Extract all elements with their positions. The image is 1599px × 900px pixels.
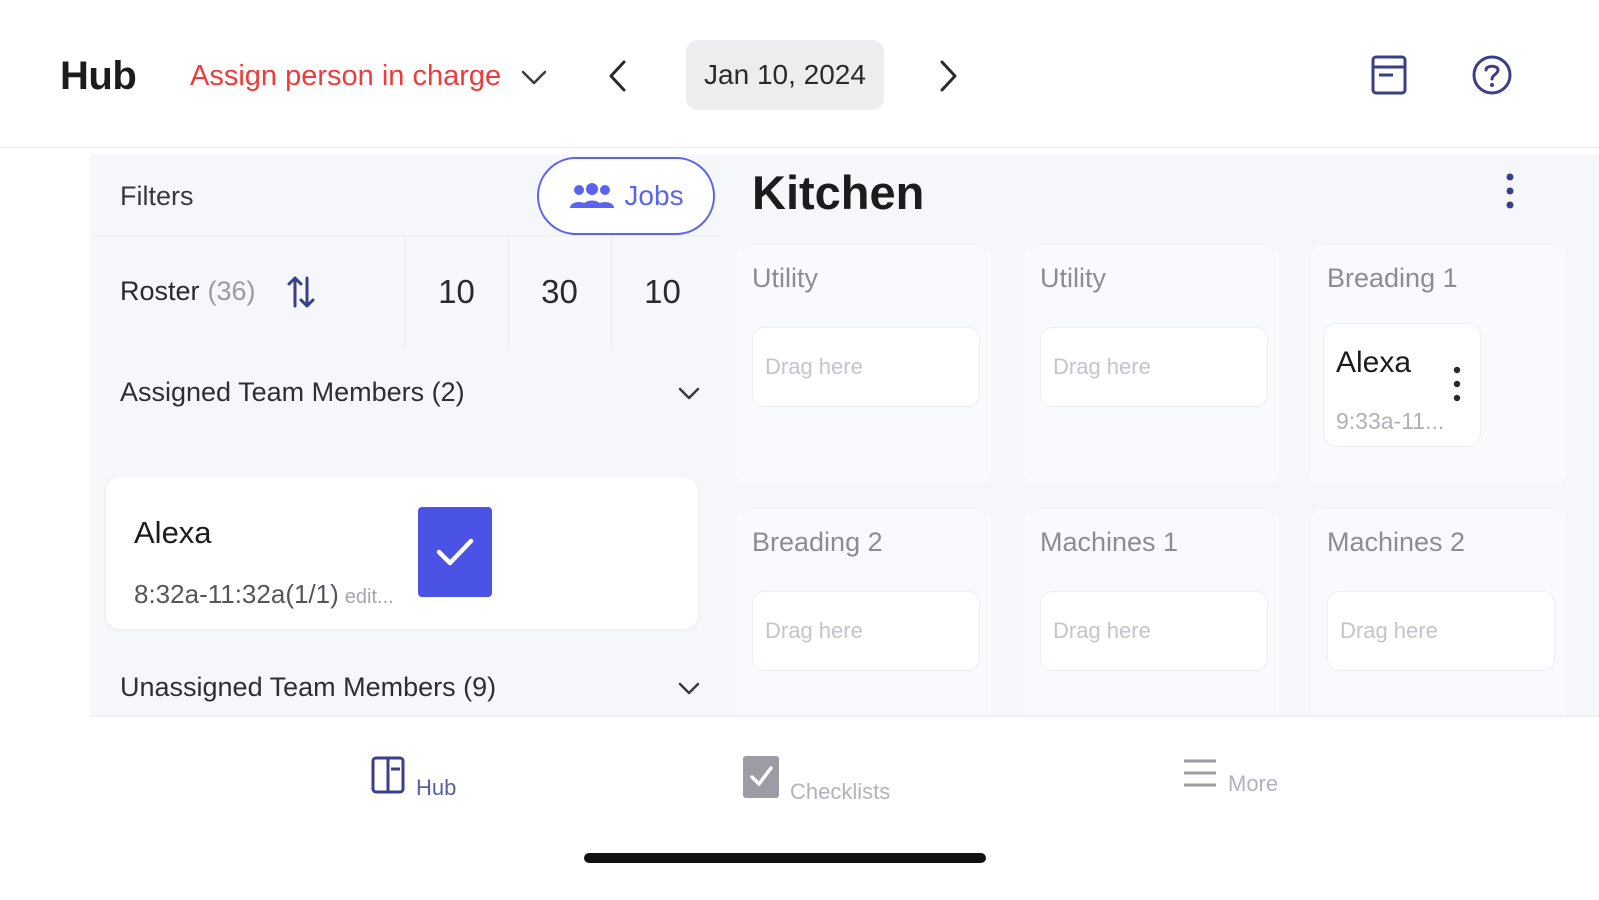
assignee-time: 9:33a-11... [1336,408,1445,434]
member-shift-time: 8:32a-11:32a(1/1) edit... [134,579,394,609]
tab-more[interactable]: More [1182,755,1278,796]
more-options-icon[interactable] [1500,169,1520,213]
home-indicator [584,853,986,863]
drop-zone[interactable]: Drag here [752,591,980,671]
report-button[interactable] [1364,50,1414,100]
help-icon [1472,55,1512,95]
checklist-icon [743,756,779,798]
roster-row: Roster (36) 10 30 10 [90,235,720,348]
assigned-members-label: Assigned Team Members (2) [120,376,465,407]
assigned-members-header[interactable]: Assigned Team Members (2) [90,360,720,424]
checkmark-icon [436,538,474,566]
chevron-right-icon [940,60,957,92]
next-date-button[interactable] [930,56,966,96]
jobs-filter-button[interactable]: Jobs [537,157,715,235]
drop-zone[interactable]: Drag here [1040,327,1268,407]
job-title: Breading 1 [1327,263,1458,293]
station-title: Kitchen [752,166,925,219]
tab-hub[interactable]: Hub [370,755,456,800]
job-card: Breading 1 Alexa 9:33a-11... [1311,245,1566,485]
roster-column-1: 10 [405,236,507,348]
unassigned-members-header[interactable]: Unassigned Team Members (9) [90,655,720,715]
job-title: Breading 2 [752,527,883,557]
unassigned-members-label: Unassigned Team Members (9) [120,671,497,702]
job-title: Machines 1 [1040,527,1179,557]
member-card[interactable]: Alexa 8:32a-11:32a(1/1) edit... [106,477,698,629]
bottom-tab-bar: Hub Checklists More [90,715,1599,900]
assign-person-label: Assign person in charge [190,60,502,92]
help-button[interactable] [1467,50,1517,100]
tab-more-label: More [1228,771,1279,796]
tab-hub-label: Hub [416,775,457,800]
job-card: Breading 2 Drag here [736,509,991,715]
job-card: Utility Drag here [1024,245,1279,485]
drop-zone[interactable]: Drag here [752,327,980,407]
job-card: Machines 1 Drag here [1024,509,1279,715]
filters-row: Filters Jobs [90,155,720,235]
job-title: Machines 2 [1327,527,1466,557]
tab-checklists-label: Checklists [790,779,891,804]
member-name: Alexa [134,515,212,550]
hub-icon [371,756,405,794]
top-header: Hub Assign person in charge Jan 10, 2024 [0,0,1599,148]
job-title: Utility [752,263,818,293]
assignee-options-icon[interactable] [1450,364,1464,404]
job-card: Utility Drag here [736,245,991,485]
roster-count: (36) [207,276,256,306]
assignee-name: Alexa [1336,346,1412,379]
sort-icon[interactable] [286,272,316,312]
jobs-button-label: Jobs [624,180,684,211]
report-icon [1371,55,1407,95]
assignee-card[interactable]: Alexa 9:33a-11... [1323,323,1481,447]
roster-panel: Filters Jobs Roster (36) 10 30 10 Assigne… [90,155,720,715]
filters-label: Filters [120,181,194,211]
date-selector[interactable]: Jan 10, 2024 [686,40,884,110]
assign-person-dropdown[interactable]: Assign person in charge [190,60,549,93]
chevron-down-icon [521,70,547,84]
job-card: Machines 2 Drag here [1311,509,1566,715]
drop-zone[interactable]: Drag here [1040,591,1268,671]
page-title: Hub [60,54,137,98]
group-icon [570,183,615,208]
chevron-down-icon [678,387,700,400]
roster-column-3: 10 [611,236,713,348]
previous-date-button[interactable] [600,56,636,96]
menu-icon [1184,759,1216,787]
member-checkbox[interactable] [418,507,492,597]
chevron-left-icon [609,60,626,92]
tab-checklists[interactable]: Checklists [742,755,890,804]
drop-zone[interactable]: Drag here [1327,591,1555,671]
roster-column-2: 30 [508,236,610,348]
kitchen-board: Kitchen Utility Drag here Utility Drag h… [720,155,1599,715]
roster-label: Roster (36) [120,276,256,306]
member-edit-link[interactable]: edit... [345,586,394,608]
job-title: Utility [1040,263,1106,293]
chevron-down-icon [678,682,700,695]
